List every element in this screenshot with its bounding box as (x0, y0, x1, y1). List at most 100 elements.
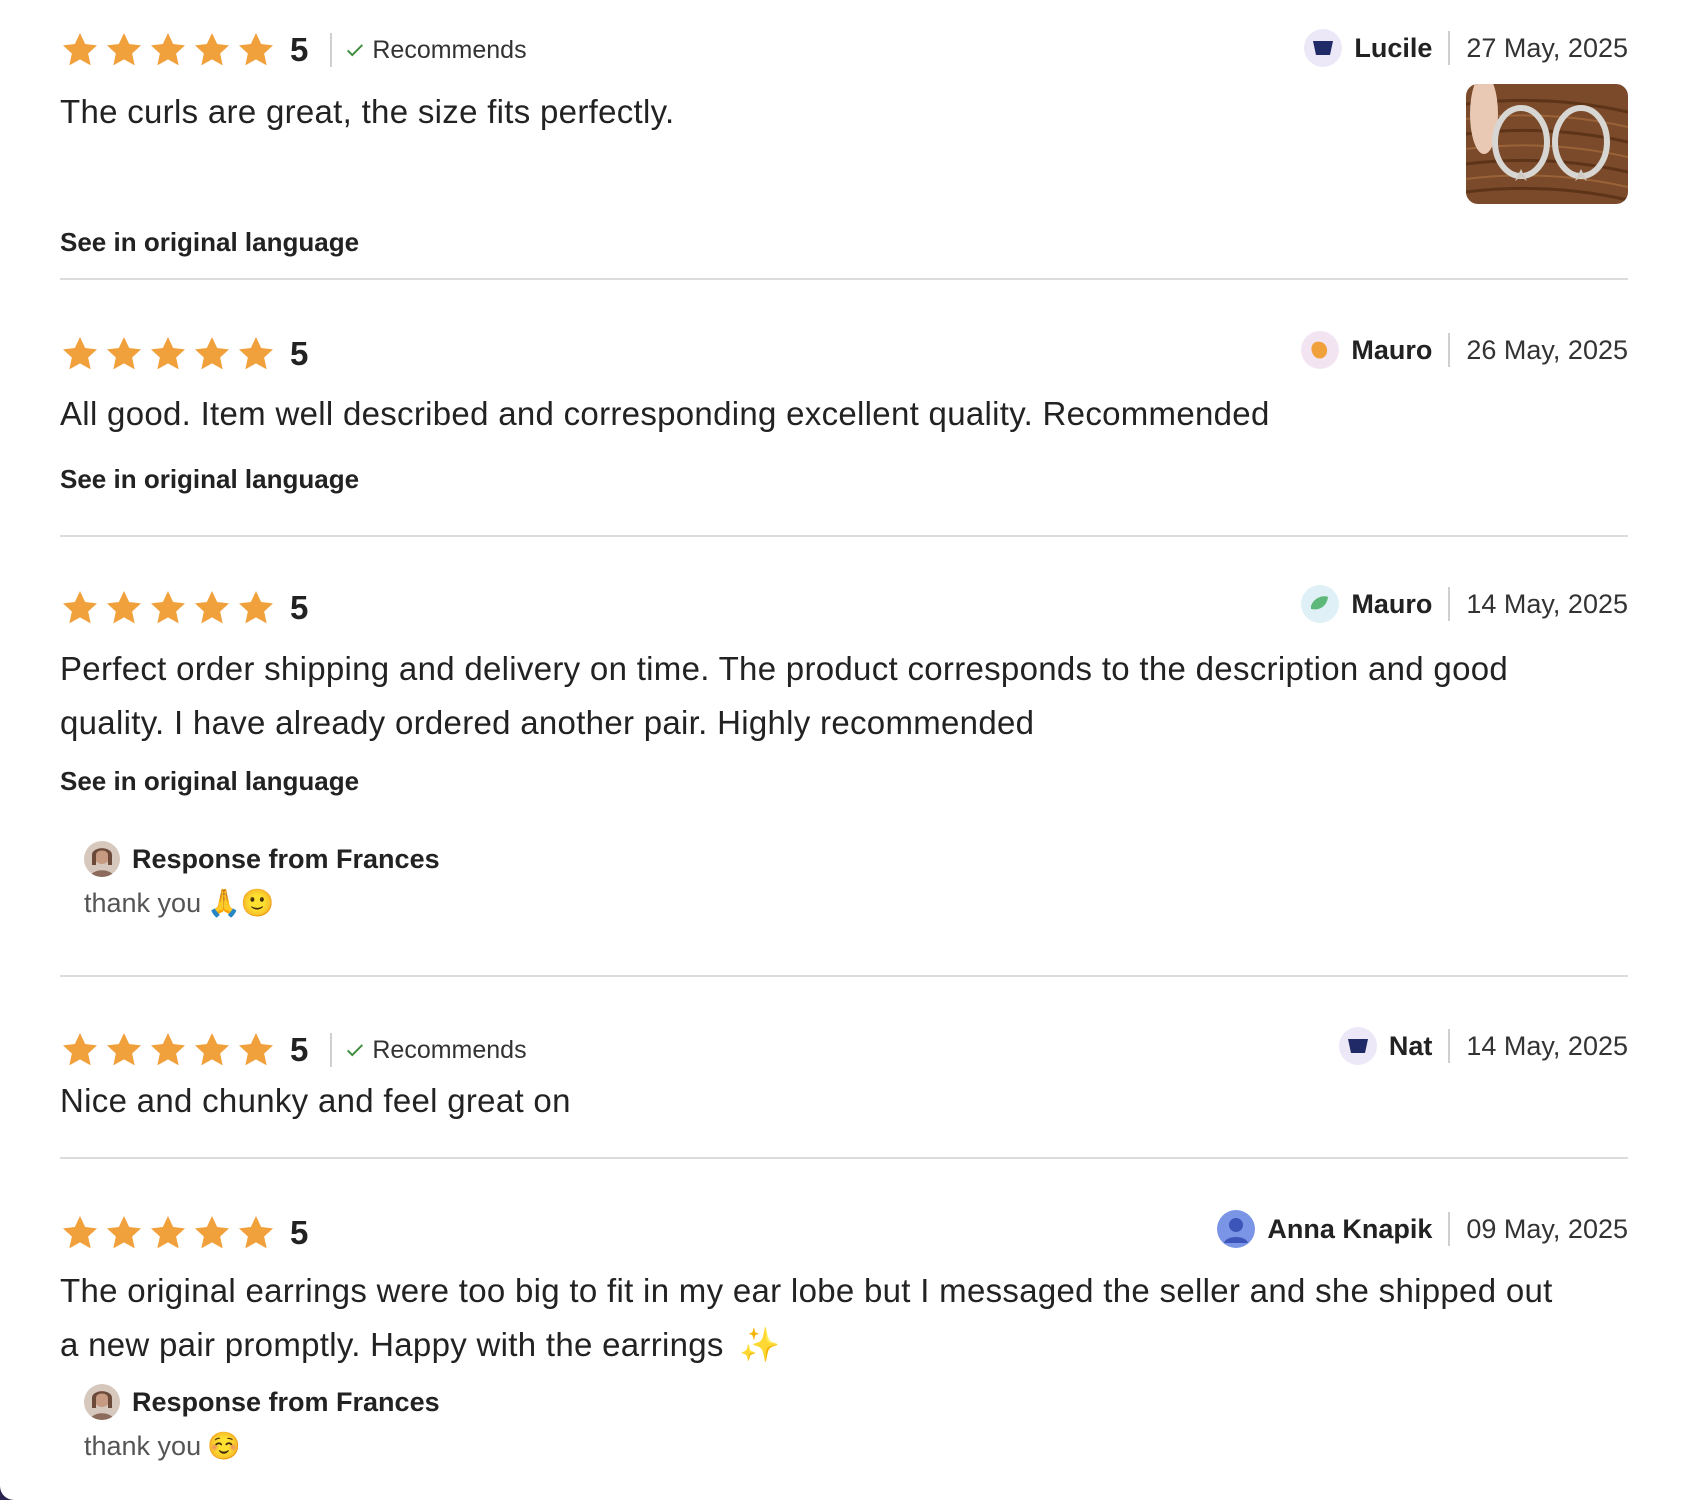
review-meta: Anna Knapik 09 May, 2025 (1217, 1207, 1628, 1251)
orange-blob-icon (1301, 331, 1340, 369)
rating-score: 5 (290, 1214, 309, 1251)
seller-response: Response from Frances thank you 🙏🙂 (84, 839, 440, 919)
see-original-language-link[interactable]: See in original language (60, 766, 359, 797)
see-original-language-link[interactable]: See in original language (60, 227, 359, 258)
star-icon (236, 334, 276, 374)
seller-response: Response from Frances thank you ☺️ (84, 1382, 440, 1462)
star-icon (236, 588, 276, 628)
review-text-line: a new pair promptly. Happy with the earr… (60, 1318, 1553, 1372)
recommends-badge: Recommends (344, 35, 527, 65)
reviewer-name[interactable]: Mauro (1351, 335, 1432, 366)
divider (1448, 31, 1451, 65)
review-text: All good. Item well described and corres… (60, 395, 1270, 432)
rating-score: 5 (290, 31, 309, 68)
star-icon (236, 1030, 276, 1070)
star-icon (104, 1213, 144, 1253)
review-text-line: The original earrings were too big to fi… (60, 1272, 1553, 1309)
check-icon (347, 44, 364, 57)
green-leaf-icon (1301, 585, 1340, 623)
review-date: 26 May, 2025 (1466, 334, 1628, 365)
review-meta: Lucile 27 May, 2025 (1304, 26, 1628, 70)
star-icon (148, 1030, 188, 1070)
navy-shape-icon (1338, 1027, 1377, 1065)
rating-score: 5 (290, 1031, 309, 1068)
reviewer-name[interactable]: Mauro (1351, 589, 1432, 620)
reviewer-name[interactable]: Lucile (1354, 33, 1432, 64)
user-silhouette-icon (1217, 1210, 1256, 1248)
star-icon (148, 588, 188, 628)
review-item: 5 Anna Knapik 09 May, 2025 The original … (60, 1159, 1628, 1479)
star-icon (148, 30, 188, 70)
recommends-badge: Recommends (344, 1035, 527, 1065)
star-icon (60, 1030, 100, 1070)
star-icon (60, 30, 100, 70)
star-icon (104, 1030, 144, 1070)
star-icon (236, 30, 276, 70)
divider (330, 33, 333, 67)
response-header: Response from Frances (84, 839, 440, 879)
review-text: The curls are great, the size fits perfe… (60, 93, 675, 130)
emoji: ☺️ (207, 1431, 241, 1461)
review-date: 14 May, 2025 (1466, 1030, 1628, 1061)
review-meta: Mauro 14 May, 2025 (1301, 582, 1628, 626)
star-icon (192, 334, 232, 374)
star-icon (192, 1030, 232, 1070)
star-rating (60, 30, 276, 70)
star-rating (60, 588, 276, 628)
rating-row: 5 (60, 586, 308, 630)
emoji: 🙏🙂 (207, 888, 275, 918)
star-icon (60, 334, 100, 374)
star-icon (148, 334, 188, 374)
star-icon (236, 1213, 276, 1253)
review-item: 5 Recommends Lucile 27 May, 2025 The cur… (60, 0, 1628, 280)
check-icon (347, 1044, 364, 1057)
review-item: 5 Mauro 26 May, 2025 All good. Item well… (60, 280, 1628, 537)
response-text: thank you 🙏🙂 (84, 887, 440, 919)
reviewer-name[interactable]: Nat (1389, 1031, 1433, 1062)
star-icon (192, 588, 232, 628)
sparkles-icon: ✨ (739, 1326, 781, 1363)
star-rating (60, 334, 276, 374)
reviewer-name[interactable]: Anna Knapik (1267, 1214, 1432, 1245)
divider (330, 1033, 333, 1067)
reviews-list: 5 Recommends Lucile 27 May, 2025 The cur… (60, 0, 1628, 1479)
rating-row: 5 (60, 332, 308, 376)
navy-shape-icon (1304, 29, 1343, 67)
divider (1448, 1212, 1451, 1246)
window-corner (0, 1486, 14, 1500)
seller-avatar (84, 841, 120, 877)
review-text: Nice and chunky and feel great on (60, 1082, 571, 1119)
review-meta: Nat 14 May, 2025 (1338, 1024, 1628, 1068)
response-title: Response from Frances (132, 843, 440, 874)
rating-row: 5 Recommends (60, 28, 527, 72)
response-message: thank you (84, 1430, 202, 1461)
response-header: Response from Frances (84, 1382, 440, 1422)
star-icon (60, 1213, 100, 1253)
recommends-label: Recommends (372, 1035, 527, 1064)
see-original-language-link[interactable]: See in original language (60, 464, 359, 495)
review-date: 09 May, 2025 (1466, 1213, 1628, 1244)
star-icon (148, 1213, 188, 1253)
review-text-line: quality. I have already ordered another … (60, 704, 1035, 741)
star-rating (60, 1030, 276, 1070)
review-text: The original earrings were too big to fi… (60, 1264, 1553, 1372)
star-icon (192, 30, 232, 70)
response-message: thank you (84, 887, 202, 918)
star-icon (192, 1213, 232, 1253)
review-date: 14 May, 2025 (1466, 588, 1628, 619)
divider (1448, 333, 1451, 367)
rating-row: 5 Recommends (60, 1028, 527, 1072)
response-text: thank you ☺️ (84, 1430, 440, 1462)
divider (1448, 1029, 1451, 1063)
star-icon (104, 30, 144, 70)
review-item: 5 Mauro 14 May, 2025 Perfect order shipp… (60, 537, 1628, 977)
recommends-label: Recommends (372, 35, 527, 64)
star-icon (104, 334, 144, 374)
review-text: Perfect order shipping and delivery on t… (60, 642, 1508, 750)
review-photo[interactable] (1466, 84, 1628, 204)
review-item: 5 Recommends Nat 14 May, 2025 Nice and c… (60, 977, 1628, 1159)
star-rating (60, 1213, 276, 1253)
review-date: 27 May, 2025 (1466, 32, 1628, 63)
review-text-line: Perfect order shipping and delivery on t… (60, 650, 1509, 687)
rating-score: 5 (290, 589, 309, 626)
